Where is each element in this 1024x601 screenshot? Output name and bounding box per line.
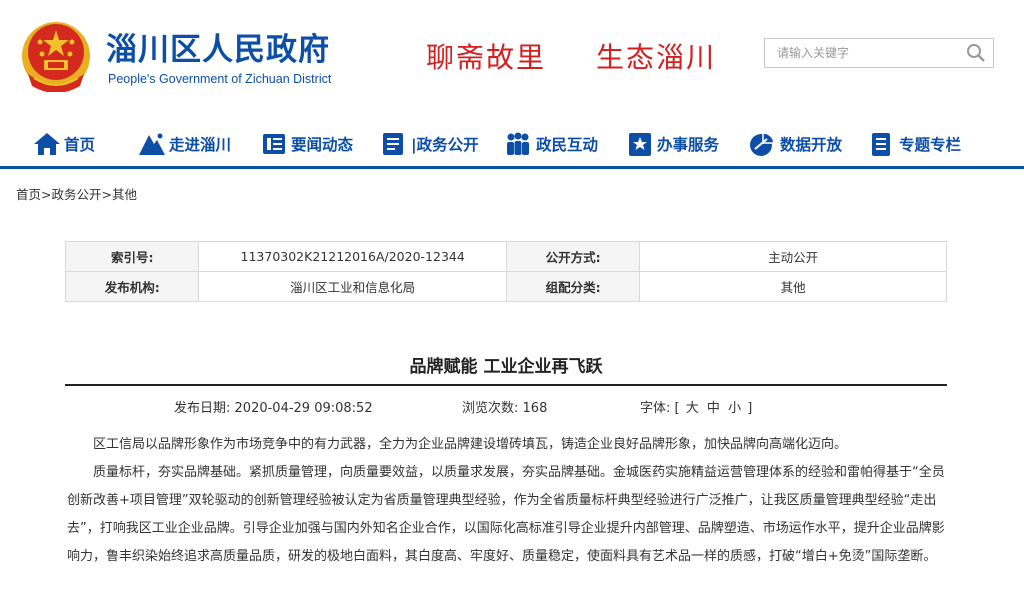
article-paragraph: 质量标杆，夯实品牌基础。紧抓质量管理，向质量要效益，以质量求发展，夯实品牌基础。… [67, 465, 945, 564]
view-count: 浏览次数: 168 [462, 397, 547, 416]
breadcrumb-gov-affairs[interactable]: 政务公开 [52, 187, 102, 202]
list-doc-icon [872, 133, 890, 156]
breadcrumb-separator: > [41, 187, 52, 202]
font-size-label: 字体: [640, 401, 671, 416]
nav-label: 走进淄川 [169, 136, 232, 154]
breadcrumb: 首页>政务公开>其他 [16, 184, 137, 203]
breadcrumb-current[interactable]: 其他 [112, 187, 137, 202]
open-method-label: 公开方式: [505, 241, 641, 272]
nav-label: 专题专栏 [899, 136, 962, 154]
article-paragraph: 区工信局以品牌形象作为市场竞争中的有力武器，全力为企业品牌建设增砖填瓦，铸造企业… [93, 437, 848, 452]
nav-item-interaction[interactable]: 政民互动 [503, 124, 598, 164]
font-size-control: 字体: [ 大 中 小 ] [640, 397, 752, 416]
publish-date-value: 2020-04-29 09:08:52 [234, 401, 373, 416]
main-nav: 首页 走进淄川 要闻动态 |政务公开 政民互动 办事服务 数据开放 专题专栏 [0, 124, 1024, 164]
nav-item-news[interactable]: 要闻动态 [260, 124, 353, 164]
document-icon [383, 133, 403, 155]
mountain-icon [139, 133, 165, 155]
publisher-label: 发布机构: [64, 271, 200, 302]
view-count-label: 浏览次数: [462, 401, 519, 416]
search-box [764, 38, 994, 68]
font-small-button[interactable]: 小 [728, 401, 741, 416]
site-subtitle: People's Government of Zichuan District [108, 72, 332, 86]
index-label: 索引号: [64, 241, 200, 272]
search-input[interactable] [765, 39, 967, 67]
title-divider [65, 384, 947, 386]
info-table: 索引号: 11370302K21212016A/2020-12344 公开方式:… [64, 241, 947, 302]
nav-label: 政民互动 [536, 136, 599, 154]
people-icon [507, 132, 529, 155]
nav-label: |政务公开 [411, 136, 479, 154]
nav-divider [0, 166, 1024, 169]
publish-date: 发布日期: 2020-04-29 09:08:52 [174, 397, 373, 416]
font-large-button[interactable]: 大 [686, 401, 699, 416]
publisher-value: 淄川区工业和信息化局 [198, 271, 507, 302]
table-row: 发布机构: 淄川区工业和信息化局 组配分类: 其他 [64, 271, 947, 302]
publish-date-label: 发布日期: [174, 401, 231, 416]
font-bracket-open: [ [674, 401, 680, 416]
table-row: 索引号: 11370302K21212016A/2020-12344 公开方式:… [64, 241, 947, 272]
breadcrumb-separator: > [101, 187, 112, 202]
site-title[interactable]: 淄川区人民政府 [106, 24, 330, 69]
category-label: 组配分类: [505, 271, 641, 302]
search-icon[interactable] [965, 43, 987, 63]
nav-item-home[interactable]: 首页 [33, 124, 95, 164]
nav-item-services[interactable]: 办事服务 [626, 124, 719, 164]
index-value: 11370302K21212016A/2020-12344 [198, 241, 507, 272]
pie-chart-icon [750, 132, 775, 156]
open-method-value: 主动公开 [639, 241, 947, 272]
view-count-value: 168 [522, 401, 548, 416]
news-icon [263, 134, 285, 154]
nav-item-open-data[interactable]: 数据开放 [747, 124, 842, 164]
font-medium-button[interactable]: 中 [707, 401, 720, 416]
slogan-1: 聊斋故里 [426, 41, 547, 74]
article-title: 品牌赋能 工业企业再飞跃 [409, 357, 603, 377]
category-value: 其他 [639, 271, 947, 302]
star-bookmark-icon [629, 133, 651, 156]
national-emblem-icon[interactable] [20, 12, 92, 92]
nav-label: 数据开放 [780, 136, 843, 154]
nav-label: 首页 [64, 136, 96, 154]
breadcrumb-home[interactable]: 首页 [16, 187, 41, 202]
nav-label: 要闻动态 [291, 136, 354, 154]
nav-item-topics[interactable]: 专题专栏 [868, 124, 961, 164]
slogan-2: 生态淄川 [596, 41, 717, 74]
nav-item-gov-affairs[interactable]: |政务公开 [380, 124, 479, 164]
home-icon [34, 133, 60, 155]
nav-item-about[interactable]: 走进淄川 [138, 124, 231, 164]
nav-label: 办事服务 [657, 136, 720, 154]
font-bracket-close: ] [747, 401, 753, 416]
site-header: 淄川区人民政府 People's Government of Zichuan D… [0, 0, 1024, 110]
